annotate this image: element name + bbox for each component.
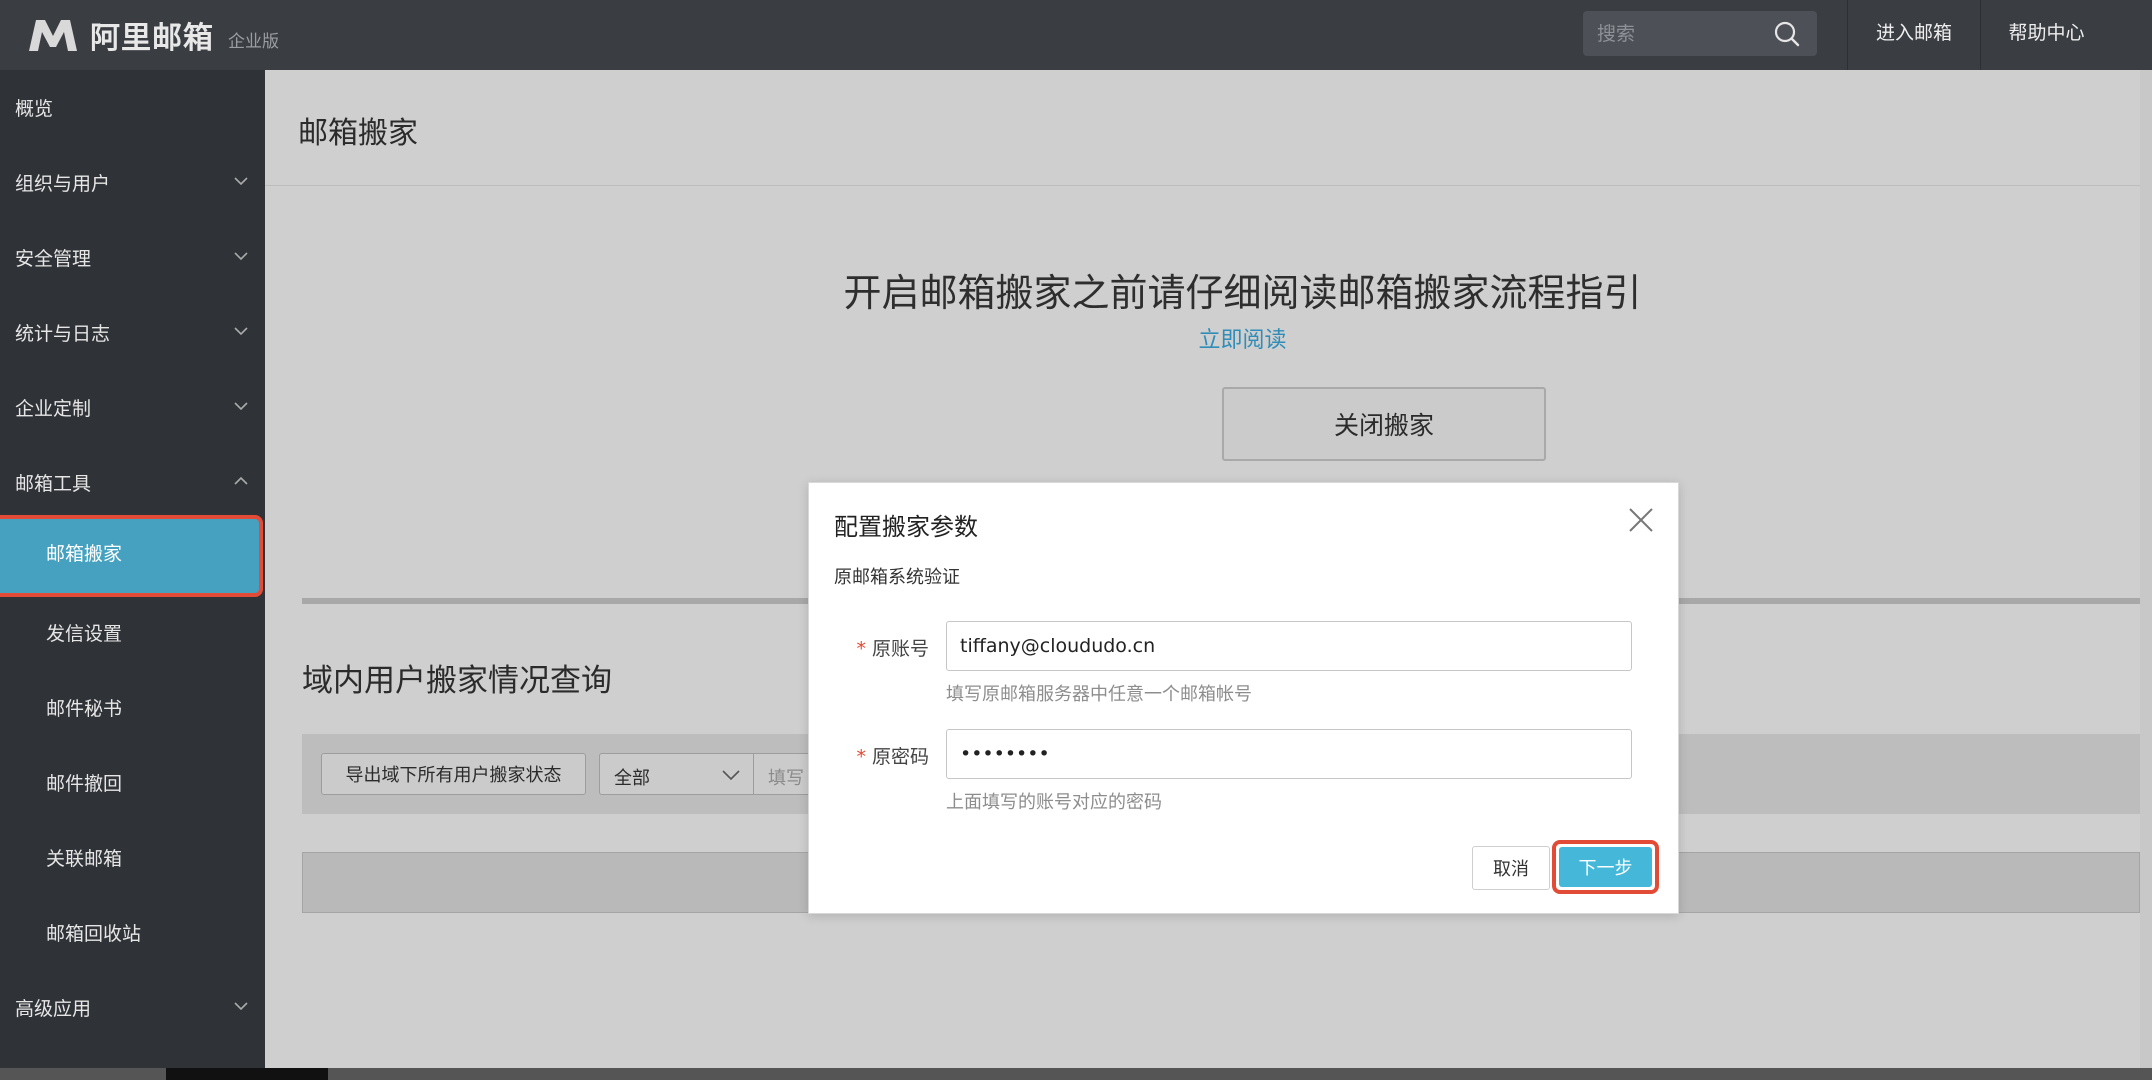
sidebar-item-advanced[interactable]: 高级应用 xyxy=(0,970,265,1045)
status-select[interactable]: 全部 xyxy=(599,753,754,795)
next-step-button[interactable]: 下一步 xyxy=(1559,847,1652,887)
logo-edition: 企业版 xyxy=(228,31,279,52)
sidebar-item-linked-mailbox[interactable]: 关联邮箱 xyxy=(0,820,265,895)
help-center-link[interactable]: 帮助中心 xyxy=(1980,0,2112,70)
close-migration-button[interactable]: 关闭搬家 xyxy=(1222,387,1546,461)
chevron-down-icon xyxy=(234,327,248,336)
filter-placeholder: 填写 xyxy=(768,768,804,789)
sidebar-item-label: 高级应用 xyxy=(15,998,92,1020)
dialog-title: 配置搬家参数 xyxy=(834,513,978,541)
sidebar-item-label: 邮箱回收站 xyxy=(46,923,142,945)
sidebar-item-security[interactable]: 安全管理 xyxy=(0,220,265,295)
sidebar-item-label: 概览 xyxy=(15,98,54,120)
password-input[interactable] xyxy=(946,729,1632,779)
search-icon[interactable] xyxy=(1773,20,1801,48)
export-status-button[interactable]: 导出域下所有用户搬家状态 xyxy=(321,753,586,795)
sidebar-item-mail-secretary[interactable]: 邮件秘书 xyxy=(0,670,265,745)
search-input[interactable] xyxy=(1597,11,1767,56)
sidebar-item-label: 发信设置 xyxy=(46,623,123,645)
logo-m-icon xyxy=(29,20,77,51)
aliyun-mail-logo[interactable]: 阿里邮箱 企业版 xyxy=(26,14,279,56)
account-hint: 填写原邮箱服务器中任意一个邮箱帐号 xyxy=(946,684,1252,705)
section-title: 域内用户搬家情况查询 xyxy=(302,663,612,699)
sidebar-item-label: 组织与用户 xyxy=(15,173,111,195)
enter-mailbox-link[interactable]: 进入邮箱 xyxy=(1847,0,1980,70)
chevron-down-icon xyxy=(234,402,248,411)
background-window-edge xyxy=(2140,70,2152,1068)
sidebar: 概览 组织与用户 安全管理 统计与日志 企业定制 邮箱工具 邮箱搬家 发信设置 … xyxy=(0,70,265,1080)
sidebar-item-label: 邮件秘书 xyxy=(46,698,123,720)
sidebar-item-overview[interactable]: 概览 xyxy=(0,70,265,145)
password-label: * 原密码 xyxy=(809,742,929,769)
chevron-down-icon xyxy=(722,770,740,781)
chevron-down-icon xyxy=(234,177,248,186)
sidebar-item-label: 邮件撤回 xyxy=(46,773,123,795)
account-label: * 原账号 xyxy=(809,634,929,661)
chevron-up-icon xyxy=(234,476,248,485)
sidebar-item-label: 安全管理 xyxy=(15,248,92,270)
password-hint: 上面填写的账号对应的密码 xyxy=(946,792,1162,813)
required-mark: * xyxy=(856,746,866,768)
chevron-down-icon xyxy=(234,1002,248,1011)
bottom-scroll-thumb xyxy=(166,1068,328,1080)
sidebar-item-label: 统计与日志 xyxy=(15,323,111,345)
account-label-text: 原账号 xyxy=(871,638,929,660)
sidebar-item-mail-tools[interactable]: 邮箱工具 xyxy=(0,445,265,520)
divider xyxy=(265,185,2140,186)
dialog-subtitle: 原邮箱系统验证 xyxy=(834,567,960,588)
next-button-highlight: 下一步 xyxy=(1552,840,1659,894)
account-input[interactable] xyxy=(946,621,1632,671)
sidebar-item-label: 企业定制 xyxy=(15,398,92,420)
required-mark: * xyxy=(856,638,866,660)
sidebar-item-send-settings[interactable]: 发信设置 xyxy=(0,595,265,670)
sidebar-item-stats-logs[interactable]: 统计与日志 xyxy=(0,295,265,370)
password-label-text: 原密码 xyxy=(871,746,929,768)
sidebar-item-label: 关联邮箱 xyxy=(46,848,123,870)
guide-title: 开启邮箱搬家之前请仔细阅读邮箱搬家流程指引 xyxy=(843,271,1642,315)
status-select-value: 全部 xyxy=(614,768,650,789)
close-icon[interactable] xyxy=(1626,505,1656,535)
chevron-down-icon xyxy=(234,252,248,261)
sidebar-item-org-users[interactable]: 组织与用户 xyxy=(0,145,265,220)
config-migration-dialog: 配置搬家参数 原邮箱系统验证 *原账号 填写原邮箱服务器中任意一个邮箱帐号 *原… xyxy=(808,482,1679,914)
page-title: 邮箱搬家 xyxy=(298,116,418,151)
sidebar-item-customization[interactable]: 企业定制 xyxy=(0,370,265,445)
logo-text: 阿里邮箱 xyxy=(90,21,214,56)
filter-input[interactable]: 填写 xyxy=(754,753,814,795)
sidebar-item-label: 邮箱搬家 xyxy=(46,543,123,565)
search-box[interactable] xyxy=(1583,11,1817,56)
top-bar: 阿里邮箱 企业版 进入邮箱 帮助中心 xyxy=(0,0,2152,70)
read-now-link[interactable]: 立即阅读 xyxy=(265,322,2120,354)
cancel-button[interactable]: 取消 xyxy=(1472,846,1550,890)
sidebar-item-mail-migration[interactable]: 邮箱搬家 xyxy=(0,515,263,597)
sidebar-item-mail-recall[interactable]: 邮件撤回 xyxy=(0,745,265,820)
sidebar-item-label: 邮箱工具 xyxy=(15,473,92,495)
sidebar-item-recycle-bin[interactable]: 邮箱回收站 xyxy=(0,895,265,970)
